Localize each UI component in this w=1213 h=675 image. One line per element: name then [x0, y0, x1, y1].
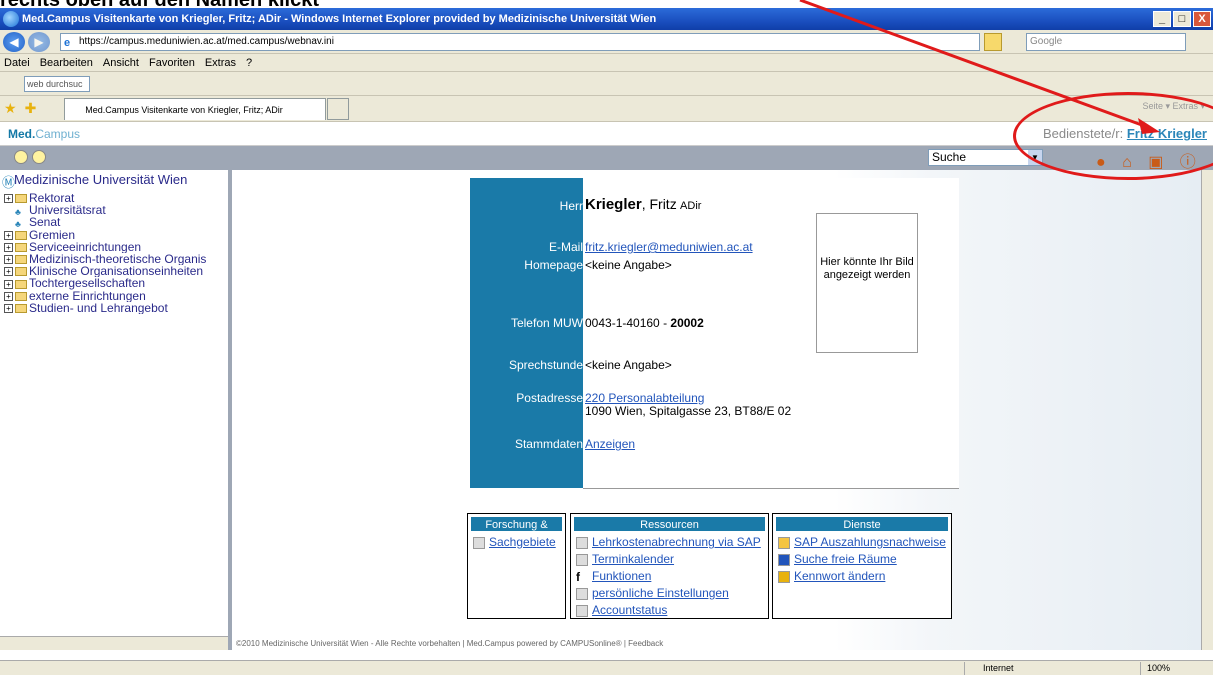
folder-icon [15, 243, 27, 253]
panel-forschung: Forschung & Lehre Sachgebiete [467, 513, 566, 619]
screenshot-root: { "window": { "title": "Med.Campus Visit… [0, 0, 1213, 675]
status-bar: Internet 100% [0, 660, 1213, 675]
document-icon [576, 536, 588, 549]
panel-dienste-title: Dienste [775, 516, 949, 532]
expand-icon[interactable]: + [4, 291, 13, 301]
expand-icon[interactable]: + [4, 267, 13, 277]
tree-item-tochter[interactable]: + Tochtergesellschaften [4, 277, 228, 289]
security-zone: Internet [964, 662, 1134, 675]
email-link[interactable]: fritz.kriegler@meduniwien.ac.at [585, 240, 753, 254]
address-link[interactable]: 220 Personalabteilung [585, 391, 704, 405]
folder-icon [15, 304, 27, 314]
office-label: Sprechstunde [508, 358, 583, 372]
homepage-value: <keine Angabe> [585, 258, 672, 272]
content-frame: Herr Kriegler, Fritz ADir E-Mail fritz.k… [236, 170, 1201, 650]
expand-icon[interactable]: + [4, 279, 13, 289]
room-icon [778, 553, 790, 566]
panel-ressourcen: Ressourcen Lehrkostenabrechnung via SAP … [570, 513, 769, 619]
academic-title: ADir [680, 200, 702, 212]
tree-item-gremien[interactable]: + Gremien [4, 229, 228, 241]
tree-item-studien[interactable]: + Studien- und Lehrangebot [4, 302, 228, 314]
folder-icon [15, 255, 27, 265]
folder-icon [15, 279, 27, 289]
link-lehrkosten[interactable]: Lehrkostenabrechnung via SAP [571, 534, 768, 551]
expand-icon[interactable]: + [4, 255, 13, 265]
phone-value: 0043-1-40160 - [585, 316, 671, 330]
topics-icon [473, 536, 485, 549]
link-terminkalender[interactable]: Terminkalender [571, 551, 768, 568]
tree-item-universitaetsrat[interactable]: ♣ Universitätsrat [4, 204, 228, 217]
link-accountstatus[interactable]: Accountstatus [571, 602, 768, 619]
tree-item-senat[interactable]: ♣ Senat [4, 216, 228, 229]
sidebar-title[interactable]: Medizinische Universität Wien [2, 172, 187, 191]
annotation-arrow [799, 0, 1160, 134]
first-name: Fritz [649, 196, 677, 212]
settings-icon [576, 587, 588, 600]
panel-dienste: Dienste SAP Auszahlungsnachweise Suche f… [772, 513, 952, 619]
expand-icon[interactable]: + [4, 243, 13, 253]
master-link[interactable]: Anzeigen [585, 437, 635, 451]
key-icon [778, 570, 790, 583]
tree-item-rektorat[interactable]: + Rektorat [4, 192, 228, 204]
card-divider [583, 488, 959, 489]
tree-item-service[interactable]: + Serviceeinrichtungen [4, 241, 228, 253]
org-tree-sidebar: Medizinische Universität Wien +Rektorat … [0, 170, 232, 650]
sidebar-hscrollbar[interactable] [0, 636, 228, 650]
group-icon: ♣ [15, 219, 21, 229]
panel-ressourcen-title: Ressourcen [573, 516, 766, 532]
last-name: Kriegler [585, 196, 642, 213]
phone-ext: 20002 [670, 316, 704, 330]
business-card: Herr Kriegler, Fritz ADir E-Mail fritz.k… [470, 178, 959, 489]
expand-icon[interactable]: + [4, 304, 13, 314]
folder-icon [15, 291, 27, 301]
group-icon: ♣ [15, 207, 21, 217]
tree-item-extern[interactable]: + externe Einrichtungen [4, 290, 228, 302]
expand-icon[interactable]: + [4, 230, 13, 240]
zoom-level[interactable]: 100% [1140, 662, 1200, 675]
calendar-icon [576, 553, 588, 566]
tree-item-medtheor[interactable]: + Medizinisch-theoretische Organis [4, 253, 228, 265]
person-name: Kriegler, Fritz ADir [585, 196, 702, 213]
phone-label: Telefon MUW [510, 316, 583, 330]
link-kennwort[interactable]: Kennwort ändern [773, 568, 951, 585]
panel-forschung-title: Forschung & Lehre [470, 516, 563, 547]
content-vscrollbar[interactable] [1201, 170, 1213, 650]
folder-icon [15, 194, 27, 204]
link-sachgebiete[interactable]: Sachgebiete [468, 534, 565, 551]
page-footer: ©2010 Medizinische Universität Wien - Al… [236, 639, 664, 648]
master-label: Stammdaten [514, 437, 583, 451]
link-freie-raeume[interactable]: Suche freie Räume [773, 551, 951, 568]
salutation: Herr [559, 199, 583, 213]
folder-icon [15, 267, 27, 277]
sidebar-tree: + Rektorat ♣ Universitätsrat ♣ Senat + Gremi… [4, 192, 228, 314]
photo-placeholder: Hier könnte Ihr Bild angezeigt werden [816, 213, 918, 353]
link-sap-auszahlung[interactable]: SAP Auszahlungsnachweise [773, 534, 951, 551]
account-icon [576, 604, 588, 617]
email-label: E-Mail [548, 240, 583, 254]
expand-icon[interactable]: + [4, 194, 13, 204]
homepage-label: Homepage [524, 258, 583, 272]
folder-icon [15, 230, 27, 240]
money-icon [778, 536, 790, 549]
office-value: <keine Angabe> [585, 358, 672, 372]
link-einstellungen[interactable]: persönliche Einstellungen [571, 585, 768, 602]
tree-item-klinisch[interactable]: + Klinische Organisationseinheiten [4, 265, 228, 277]
address-value: 1090 Wien, Spitalgasse 23, BT88/E 02 [585, 404, 792, 418]
address-label: Postadresse [516, 391, 583, 405]
function-icon: f [576, 569, 580, 584]
link-funktionen[interactable]: f Funktionen [571, 568, 768, 585]
